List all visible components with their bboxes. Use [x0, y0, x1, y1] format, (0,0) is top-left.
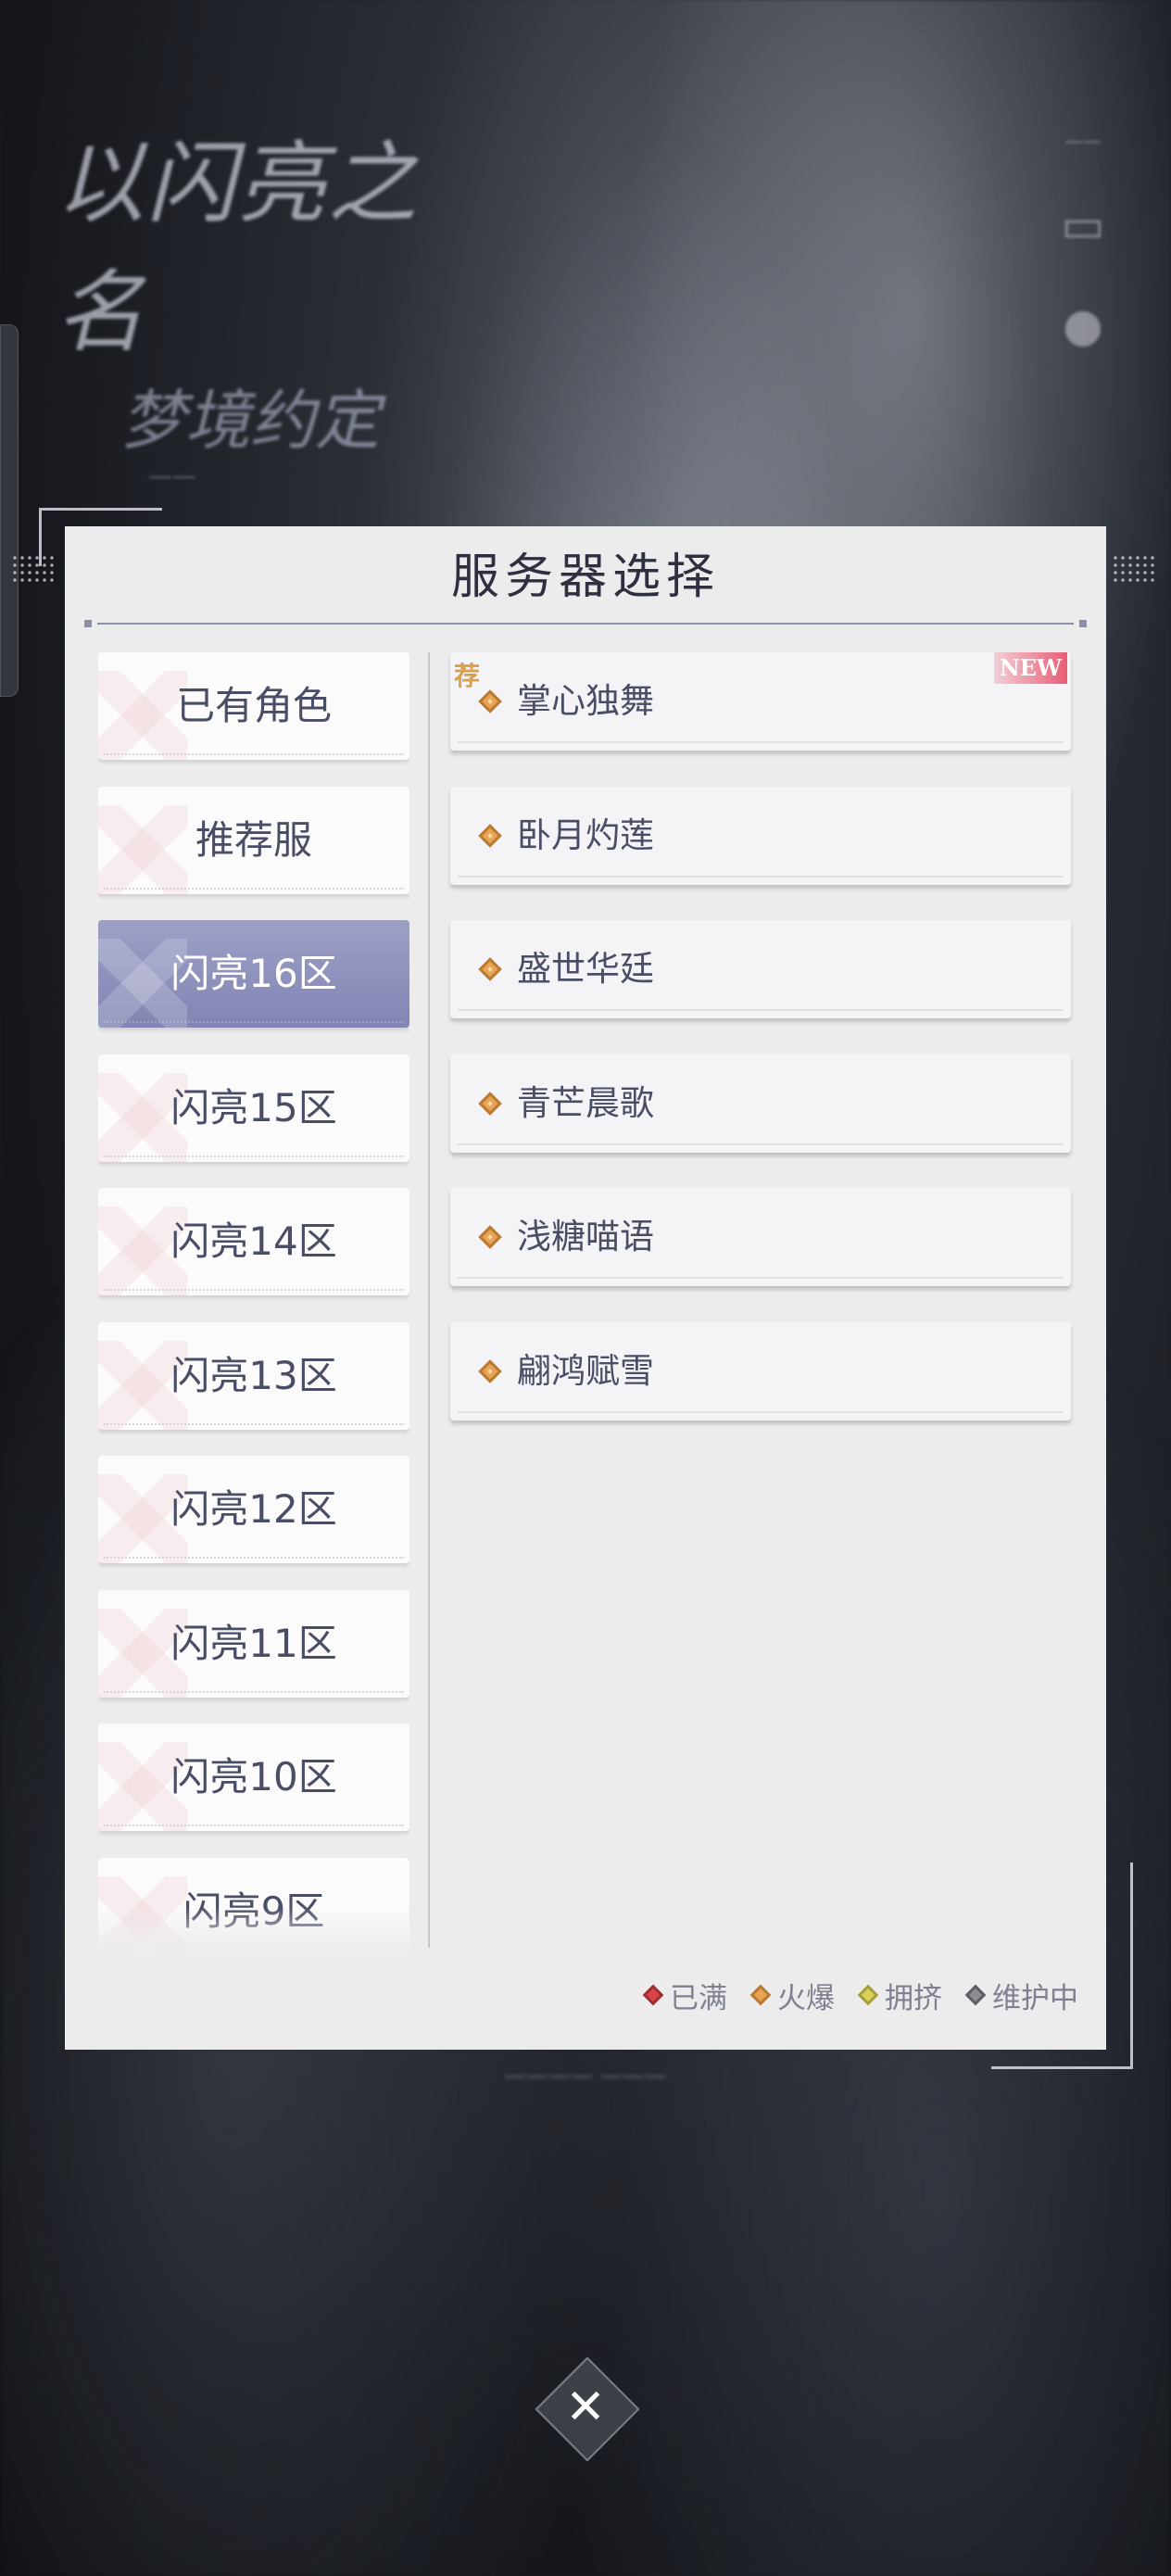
zone-item-label: 闪亮14区 [170, 1219, 337, 1264]
side-menu: —— ▭ ● [1032, 130, 1134, 361]
zone-item-14[interactable]: 闪亮14区 [98, 1188, 409, 1295]
server-name: 掌心独舞 [517, 681, 654, 721]
status-maintenance-icon [964, 1984, 987, 2006]
list-fade-overlay [98, 1907, 409, 1953]
status-hot-icon [478, 1225, 502, 1249]
legend-crowded: 拥挤 [857, 1975, 942, 2016]
game-logo: 以闪亮之名 梦境约定 —— [56, 132, 419, 490]
legend-label: 维护中 [992, 1981, 1078, 2015]
status-hot-icon [478, 1091, 502, 1116]
legend-maintenance: 维护中 [964, 1975, 1078, 2016]
recommend-badge: 荐 [454, 661, 481, 691]
decor-dots-right [1112, 554, 1158, 582]
legend-label: 已满 [670, 1981, 727, 2015]
server-name: 翩鸿赋雪 [517, 1350, 654, 1391]
status-hot-icon [478, 1358, 502, 1383]
notice-icon: ▭ [1061, 198, 1105, 252]
zone-item-label: 闪亮15区 [170, 1084, 337, 1130]
server-name: 卧月灼莲 [517, 814, 654, 855]
zone-item-12[interactable]: 闪亮12区 [98, 1456, 409, 1563]
legend-full: 已满 [642, 1975, 727, 2016]
zone-item-label: 闪亮13区 [170, 1352, 337, 1398]
zone-item-recommended[interactable]: 推荐服 [98, 786, 409, 894]
dialog-title: 服务器选择 [450, 549, 720, 605]
title-divider [84, 620, 1087, 627]
zone-item-10[interactable]: 闪亮10区 [98, 1724, 409, 1831]
status-hot-icon [478, 689, 502, 713]
new-badge: NEW [993, 652, 1067, 684]
server-item[interactable]: 青芒晨歌 [450, 1054, 1071, 1153]
zone-item-label: 闪亮11区 [170, 1620, 337, 1666]
server-item[interactable]: 荐 NEW 掌心独舞 [450, 652, 1071, 751]
server-name: 浅糖喵语 [517, 1217, 654, 1256]
zone-item-label: 闪亮16区 [170, 951, 337, 996]
footer-legal-text: ———— ——— [504, 2063, 667, 2089]
server-select-dialog: 服务器选择 已有角色 推荐服 闪亮16区 闪亮15区 闪亮14区 闪亮13区 闪… [65, 526, 1106, 2050]
zone-list[interactable]: 已有角色 推荐服 闪亮16区 闪亮15区 闪亮14区 闪亮13区 闪亮12区 闪… [98, 652, 409, 1953]
zone-item-label: 闪亮12区 [170, 1486, 337, 1532]
server-item[interactable]: 翩鸿赋雪 [450, 1321, 1071, 1421]
legend-label: 火爆 [777, 1981, 835, 2015]
status-legend: 已满 火爆 拥挤 维护中 [620, 1972, 1078, 2018]
zone-item-11[interactable]: 闪亮11区 [98, 1589, 409, 1698]
server-list[interactable]: 荐 NEW 掌心独舞 卧月灼莲 盛世华廷 青芒晨歌 浅糖喵语 翩鸿赋雪 [450, 652, 1071, 1456]
server-name: 盛世华廷 [517, 949, 654, 989]
close-icon[interactable]: ✕ [550, 2372, 621, 2443]
server-name: 青芒晨歌 [517, 1082, 654, 1123]
zone-item-label: 闪亮10区 [170, 1754, 337, 1799]
zone-item-15[interactable]: 闪亮15区 [98, 1054, 409, 1162]
zone-item-existing-roles[interactable]: 已有角色 [98, 652, 409, 760]
status-hot-icon [478, 957, 502, 981]
status-crowded-icon [857, 1984, 879, 2006]
account-icon: ● [1063, 298, 1103, 352]
server-item[interactable]: 盛世华廷 [450, 920, 1071, 1018]
zone-item-label: 推荐服 [195, 816, 312, 863]
side-drawer-tab [0, 324, 19, 697]
legend-hot: 火爆 [749, 1975, 835, 2016]
legend-label: 拥挤 [885, 1981, 942, 2015]
zone-item-16[interactable]: 闪亮16区 [98, 920, 409, 1028]
status-hot-icon [478, 823, 502, 848]
column-divider [428, 652, 430, 1948]
server-item[interactable]: 卧月灼莲 [450, 786, 1071, 885]
status-full-icon [642, 1984, 664, 2006]
zone-item-13[interactable]: 闪亮13区 [98, 1321, 409, 1430]
server-item[interactable]: 浅糖喵语 [450, 1188, 1071, 1286]
status-hot-icon [749, 1984, 772, 2006]
decor-dots-left [11, 554, 57, 582]
zone-item-label: 已有角色 [175, 683, 332, 728]
